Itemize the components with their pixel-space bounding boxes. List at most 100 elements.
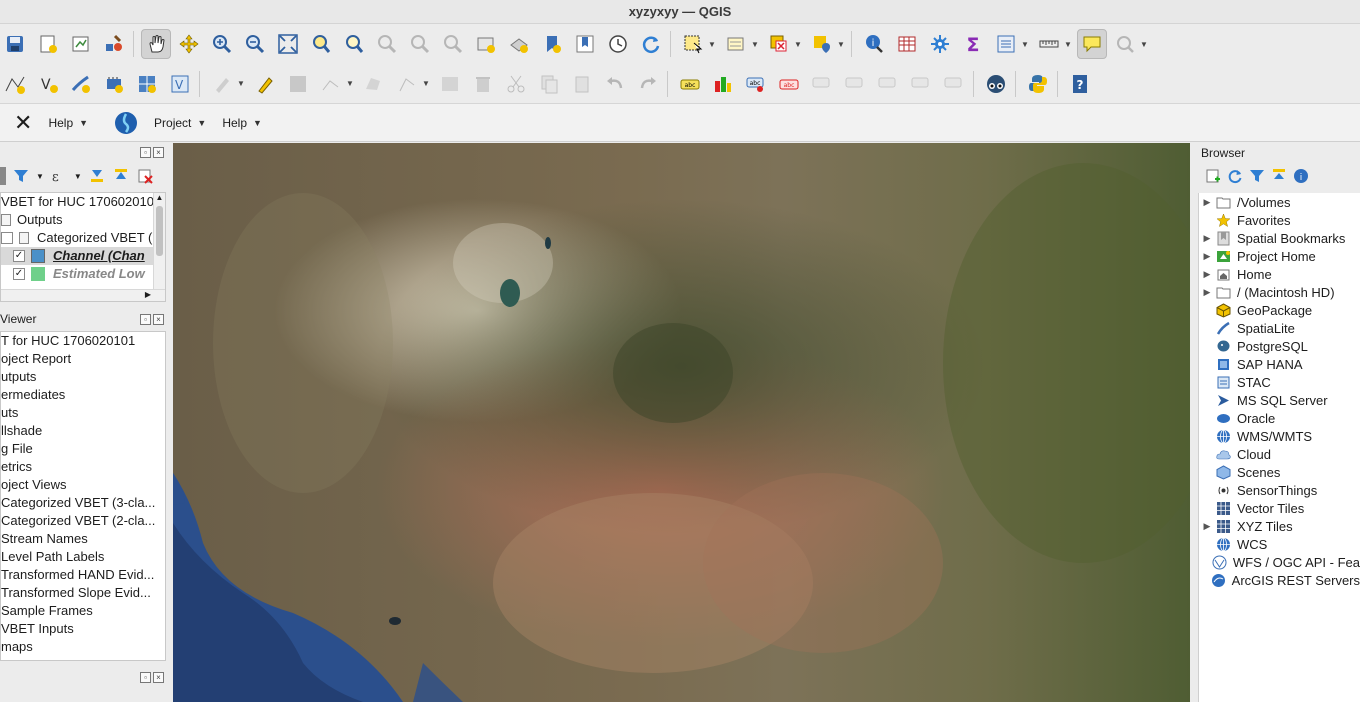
tree-row[interactable]: Categorized VBET (3-cla... <box>1 494 165 512</box>
tree-row[interactable]: Transformed HAND Evid... <box>1 566 165 584</box>
label-toolbar-icon[interactable]: abc <box>675 69 705 99</box>
paste-features-icon[interactable] <box>567 69 597 99</box>
style-panel-icon[interactable] <box>0 167 6 185</box>
close-panel-icon[interactable]: × <box>153 146 164 158</box>
browser-item[interactable]: Vector Tiles <box>1199 499 1360 517</box>
current-edits-icon[interactable] <box>207 69 237 99</box>
browser-item[interactable]: ▶ / (Macintosh HD) <box>1199 283 1360 301</box>
save-as-icon[interactable] <box>33 29 63 59</box>
filter-icon[interactable] <box>1249 168 1265 184</box>
add-polygon-icon[interactable] <box>359 69 389 99</box>
tree-row[interactable]: Categorized VBET (2-cla... <box>1 512 165 530</box>
add-selected-layers-icon[interactable] <box>1205 168 1221 184</box>
deselect-all-icon[interactable] <box>764 29 794 59</box>
tree-row[interactable]: utputs <box>1 368 165 386</box>
layer-checkbox[interactable]: ✓ <box>13 268 25 280</box>
digitize-icon[interactable] <box>316 69 346 99</box>
select-by-value-icon[interactable] <box>721 29 751 59</box>
temporal-controller-icon[interactable] <box>603 29 633 59</box>
rotate-label-icon[interactable] <box>873 69 903 99</box>
browser-item[interactable]: GeoPackage <box>1199 301 1360 319</box>
chevron-down-icon[interactable]: ▼ <box>422 79 432 88</box>
vertex-tool-icon[interactable] <box>392 69 422 99</box>
tree-row[interactable]: VBET for HUC 1706020101 <box>1 193 165 211</box>
change-label-icon[interactable] <box>906 69 936 99</box>
layer-checkbox[interactable] <box>1 232 13 244</box>
browser-item[interactable]: SAP HANA <box>1199 355 1360 373</box>
tree-row[interactable]: uts <box>1 404 165 422</box>
redo-icon[interactable] <box>633 69 663 99</box>
add-virtual-layer-icon[interactable]: V <box>165 69 195 99</box>
browser-tree[interactable]: ▶ /Volumes Favorites ▶ Spatial Bookmarks ▶ Pro… <box>1198 193 1360 702</box>
zoom-layer-icon[interactable] <box>339 29 369 59</box>
chevron-right-icon[interactable]: ▶ <box>1199 521 1215 532</box>
statistics-sigma-icon[interactable]: Σ <box>958 29 988 59</box>
select-features-icon[interactable] <box>678 29 708 59</box>
show-hide-labels-icon[interactable] <box>840 69 870 99</box>
browser-item[interactable]: Scenes <box>1199 463 1360 481</box>
save-edits-icon[interactable] <box>283 69 313 99</box>
expand-all-icon[interactable] <box>88 167 106 185</box>
chevron-right-icon[interactable]: ▶ <box>1199 197 1215 208</box>
browser-item[interactable]: Oracle <box>1199 409 1360 427</box>
chevron-down-icon[interactable]: ▼ <box>1140 40 1150 49</box>
copy-features-icon[interactable] <box>534 69 564 99</box>
pan-hand-icon[interactable] <box>141 29 171 59</box>
filter-legend-icon[interactable] <box>12 167 30 185</box>
tree-row[interactable]: oject Views <box>1 476 165 494</box>
tree-row[interactable]: oject Report <box>1 350 165 368</box>
zoom-last-icon[interactable] <box>405 29 435 59</box>
move-label-icon[interactable] <box>807 69 837 99</box>
tree-row[interactable]: Outputs <box>1 211 165 229</box>
measure-line-icon[interactable] <box>1034 29 1064 59</box>
select-location-icon[interactable] <box>807 29 837 59</box>
zoom-selection-icon[interactable] <box>306 29 336 59</box>
add-gps-layer-icon[interactable] <box>99 69 129 99</box>
browser-item[interactable]: Cloud <box>1199 445 1360 463</box>
browser-item[interactable]: WMS/WMTS <box>1199 427 1360 445</box>
diagram-options-icon[interactable] <box>708 69 738 99</box>
pin-labels-icon[interactable]: abc <box>741 69 771 99</box>
chevron-down-icon[interactable]: ▼ <box>1021 40 1031 49</box>
browser-item[interactable]: Favorites <box>1199 211 1360 229</box>
delete-selected-icon[interactable] <box>468 69 498 99</box>
chevron-down-icon[interactable]: ▼ <box>74 172 82 181</box>
collapse-all-icon[interactable] <box>1271 168 1287 184</box>
add-raster-layer-icon[interactable] <box>132 69 162 99</box>
project-tree[interactable]: T for HUC 1706020101 oject Report utputs er… <box>0 331 166 661</box>
map-canvas[interactable] <box>173 143 1190 702</box>
tree-row[interactable]: ✓ Channel (Chan <box>1 247 165 265</box>
chevron-right-icon[interactable]: ▶ <box>1199 251 1215 262</box>
help-menu[interactable]: Help ▼ <box>40 116 96 130</box>
help-menu-2[interactable]: Help ▼ <box>214 116 270 130</box>
browser-item[interactable]: WFS / OGC API - Fea <box>1199 553 1360 571</box>
browser-item[interactable]: ▶ /Volumes <box>1199 193 1360 211</box>
chevron-down-icon[interactable]: ▼ <box>837 40 847 49</box>
refresh-icon[interactable] <box>636 29 666 59</box>
cut-features-icon[interactable] <box>501 69 531 99</box>
tree-row[interactable]: Level Path Labels <box>1 548 165 566</box>
attribute-table-icon[interactable] <box>892 29 922 59</box>
zoom-native-icon[interactable] <box>372 29 402 59</box>
close-icon[interactable]: ✕ <box>0 110 40 136</box>
filter-expression-icon[interactable]: ε <box>50 167 68 185</box>
scroll-right-arrow[interactable]: ▶ <box>145 290 151 299</box>
tree-row[interactable]: maps <box>1 638 165 656</box>
new-map-view-icon[interactable] <box>471 29 501 59</box>
label-properties-icon[interactable] <box>939 69 969 99</box>
tree-row[interactable]: g File <box>1 440 165 458</box>
style-manager-icon[interactable] <box>99 29 129 59</box>
riverscapes-logo-icon[interactable] <box>96 111 146 135</box>
browser-item[interactable]: ▶ XYZ Tiles <box>1199 517 1360 535</box>
float-panel-icon[interactable]: ▫ <box>140 672 151 683</box>
scroll-thumb[interactable] <box>156 206 163 256</box>
chevron-down-icon[interactable]: ▼ <box>751 40 761 49</box>
open-field-calculator-icon[interactable] <box>991 29 1021 59</box>
tree-row[interactable]: Stream Names <box>1 530 165 548</box>
identify-icon[interactable]: i <box>859 29 889 59</box>
tree-row[interactable]: ✓ Estimated Low <box>1 265 165 283</box>
float-panel-icon[interactable]: ▫ <box>140 313 151 325</box>
tree-row[interactable]: Transformed Slope Evid... <box>1 584 165 602</box>
tree-row[interactable]: Categorized VBET ( <box>1 229 165 247</box>
tree-row[interactable]: Sample Frames <box>1 602 165 620</box>
